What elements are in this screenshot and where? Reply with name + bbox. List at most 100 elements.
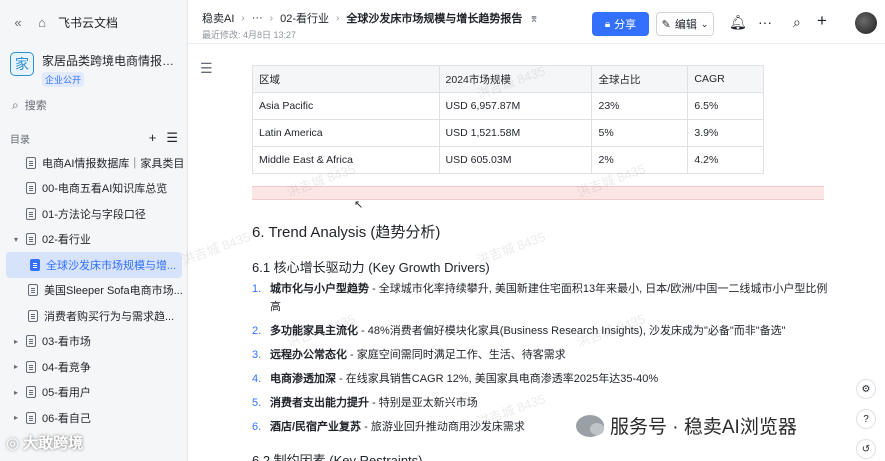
directory-tree: 电商AI情报数据库｜家具类目 00-电商五看AI知识库总览 01-方法论与字段口径 ▾… xyxy=(0,150,188,431)
table-row: Asia Pacific USD 6,957.87M 23% 6.5% xyxy=(252,92,764,120)
bell-icon[interactable]: 🔔︎ xyxy=(729,14,747,31)
sidebar-item[interactable]: ▸ 05-看用户 xyxy=(0,380,188,406)
doc-content: 区域 2024市场规模 全球占比 CAGR Asia Pacific USD 6… xyxy=(252,65,824,174)
document-icon xyxy=(26,207,36,220)
search-icon[interactable]: ⌕ xyxy=(793,14,801,31)
wechat-watermark: 服务号 · 稳卖AI浏览器 xyxy=(572,410,801,441)
directory-header: 目录 + ☰ xyxy=(10,130,178,146)
sidebar-item[interactable]: ▸ 03-看市场 xyxy=(0,329,188,355)
sidebar-item-label: 05-看用户 xyxy=(42,387,91,400)
cursor-icon: ↖ xyxy=(354,199,364,211)
search-placeholder: 搜索 xyxy=(24,100,47,112)
chevron-right-icon: › xyxy=(336,12,340,24)
breadcrumb-root[interactable]: 稳卖AI xyxy=(202,10,234,26)
knowledge-base-header[interactable]: 家 家居品类跨境电商情报系统... 企业公开 xyxy=(0,44,187,88)
more-icon[interactable]: ··· xyxy=(758,14,772,30)
table-cell: USD 605.03M xyxy=(438,146,593,174)
sidebar-item-label: 美国Sleeper Sofa电商市场... xyxy=(44,285,183,298)
list-number: 2. xyxy=(252,325,262,337)
kb-title: 家居品类跨境电商情报系统... xyxy=(42,54,177,68)
kb-logo-icon: 家 xyxy=(10,52,34,76)
help-icon[interactable]: ? xyxy=(856,409,876,429)
list-item-text: - 在线家具销售CAGR 12%, 美国家具电商渗透率2025年达35-40% xyxy=(336,373,659,385)
outline-icon[interactable]: ☰ xyxy=(200,60,213,77)
tree-options-icon[interactable]: ☰ xyxy=(166,130,178,146)
list-item: 4. 电商渗透加深 - 在线家具销售CAGR 12%, 美国家具电商渗透率2025… xyxy=(252,370,832,388)
sidebar-item[interactable]: 01-方法论与字段口径 xyxy=(0,201,188,227)
chevron-right-icon: › xyxy=(241,12,245,24)
app-name[interactable]: 飞书云文档 xyxy=(58,14,118,31)
chevron-right-icon[interactable]: ▸ xyxy=(12,388,20,397)
sidebar-item-label: 00-电商五看AI知识库总览 xyxy=(42,183,168,196)
sidebar-item[interactable]: ▸ 06-看自己 xyxy=(0,405,188,431)
table-cell: 4.2% xyxy=(687,146,764,174)
table-header-row: 区域 2024市场规模 全球占比 CAGR xyxy=(252,65,764,93)
sidebar-item-label: 电商AI情报数据库｜家具类目 xyxy=(42,157,185,170)
avatar[interactable] xyxy=(855,12,877,34)
table-cell: USD 1,521.58M xyxy=(438,119,593,147)
history-icon[interactable]: ↺ xyxy=(856,439,876,459)
add-icon[interactable]: + xyxy=(149,130,157,146)
breadcrumb-parent[interactable]: 02-看行业 xyxy=(280,10,329,26)
table-header-cell: 2024市场规模 xyxy=(438,65,593,93)
breadcrumb-more[interactable]: ··· xyxy=(252,12,263,24)
list-item-keyword: 酒店/民宿产业复苏 xyxy=(270,421,362,433)
list-item: 3. 远程办公常态化 - 家庭空间需同时满足工作、生活、待客需求 xyxy=(252,346,832,364)
watermark-icon: ◎ xyxy=(6,434,20,452)
chevron-down-icon[interactable]: ▾ xyxy=(12,235,20,244)
watermark-text: 洪吉城 8435 xyxy=(179,229,253,268)
list-item: 2. 多功能家具主流化 - 48%消费者偏好模块化家具(Business Rese… xyxy=(252,322,832,340)
sidebar-item-label: 04-看竞争 xyxy=(42,361,91,374)
sidebar-item[interactable]: 全球沙发床市场规模与增... xyxy=(6,252,182,278)
sidebar-item-label: 06-看自己 xyxy=(42,412,91,425)
chevron-right-icon[interactable]: ▸ xyxy=(12,362,20,371)
collapse-sidebar-icon[interactable]: « xyxy=(10,15,26,30)
sidebar-item[interactable]: ▾ 02-看行业 xyxy=(0,227,188,253)
list-item-body: 远程办公常态化 - 家庭空间需同时满足工作、生活、待客需求 xyxy=(270,346,566,364)
list-item-keyword: 消费者支出能力提升 xyxy=(270,397,369,409)
table-header-cell: CAGR xyxy=(687,65,764,93)
table-header-cell: 全球占比 xyxy=(591,65,689,93)
market-region-table: 区域 2024市场规模 全球占比 CAGR Asia Pacific USD 6… xyxy=(252,65,764,174)
breadcrumb-current[interactable]: 全球沙发床市场规模与增长趋势报告 xyxy=(346,10,522,26)
chevron-right-icon[interactable]: ▸ xyxy=(12,413,20,422)
sidebar: « ⌂ 飞书云文档 家 家居品类跨境电商情报系统... 企业公开 ⌕ 搜索 目录… xyxy=(0,0,188,461)
watermark-text: 大敢跨境 xyxy=(23,435,84,452)
home-icon[interactable]: ⌂ xyxy=(34,15,50,30)
chevron-down-icon: ⌄ xyxy=(700,18,709,29)
highlighted-block[interactable] xyxy=(252,186,824,200)
sidebar-item[interactable]: 电商AI情报数据库｜家具类目 xyxy=(0,150,188,176)
sidebar-item-label: 01-方法论与字段口径 xyxy=(42,208,146,221)
edit-button[interactable]: ✎ 编辑 ⌄ xyxy=(656,12,714,36)
sidebar-item[interactable]: 消费者购买行为与需求趋... xyxy=(0,303,188,329)
breadcrumb: 稳卖AI › ··· › 02-看行业 › 全球沙发床市场规模与增长趋势报告 ⌆ xyxy=(202,10,539,26)
list-item-body: 城市化与小户型趋势 - 全球城市化率持续攀升, 美国新建住宅面积13年来最小, … xyxy=(270,280,832,316)
table-cell: Latin America xyxy=(252,119,440,147)
list-item-text: - 家庭空间需同时满足工作、生活、待客需求 xyxy=(347,349,566,361)
table-cell: 5% xyxy=(591,119,689,147)
document-icon xyxy=(28,284,38,297)
add-icon[interactable]: + xyxy=(817,11,827,31)
list-item: 1. 城市化与小户型趋势 - 全球城市化率持续攀升, 美国新建住宅面积13年来最小… xyxy=(252,280,832,316)
list-item-body: 酒店/民宿产业复苏 - 旅游业回升推动商用沙发床需求 xyxy=(270,418,525,436)
comment-icon[interactable]: ⚙ xyxy=(856,379,876,399)
sidebar-item[interactable]: 美国Sleeper Sofa电商市场... xyxy=(0,278,188,304)
chevron-right-icon[interactable]: ▸ xyxy=(12,337,20,346)
document-icon xyxy=(26,233,36,246)
subsection-heading: 6.1 核心增长驱动力 (Key Growth Drivers) xyxy=(252,260,490,275)
table-cell: USD 6,957.87M xyxy=(438,92,593,120)
last-edited: 最近修改: 4月8日 13:27 xyxy=(202,30,297,40)
sidebar-item-label: 03-看市场 xyxy=(42,336,91,349)
share-button[interactable]: 🔒︎ 分享 xyxy=(592,12,649,36)
sidebar-item-label: 02-看行业 xyxy=(42,234,91,247)
directory-label: 目录 xyxy=(10,134,30,146)
document-icon xyxy=(26,182,36,195)
table-row: Middle East & Africa USD 605.03M 2% 4.2% xyxy=(252,146,764,174)
document-icon xyxy=(26,360,36,373)
pin-icon[interactable]: ⌆ xyxy=(529,12,538,25)
list-item-keyword: 电商渗透加深 xyxy=(270,373,336,385)
sidebar-item[interactable]: ▸ 04-看竞争 xyxy=(0,354,188,380)
sidebar-search[interactable]: ⌕ 搜索 xyxy=(10,94,178,116)
document-icon xyxy=(26,386,36,399)
sidebar-item[interactable]: 00-电商五看AI知识库总览 xyxy=(0,176,188,202)
